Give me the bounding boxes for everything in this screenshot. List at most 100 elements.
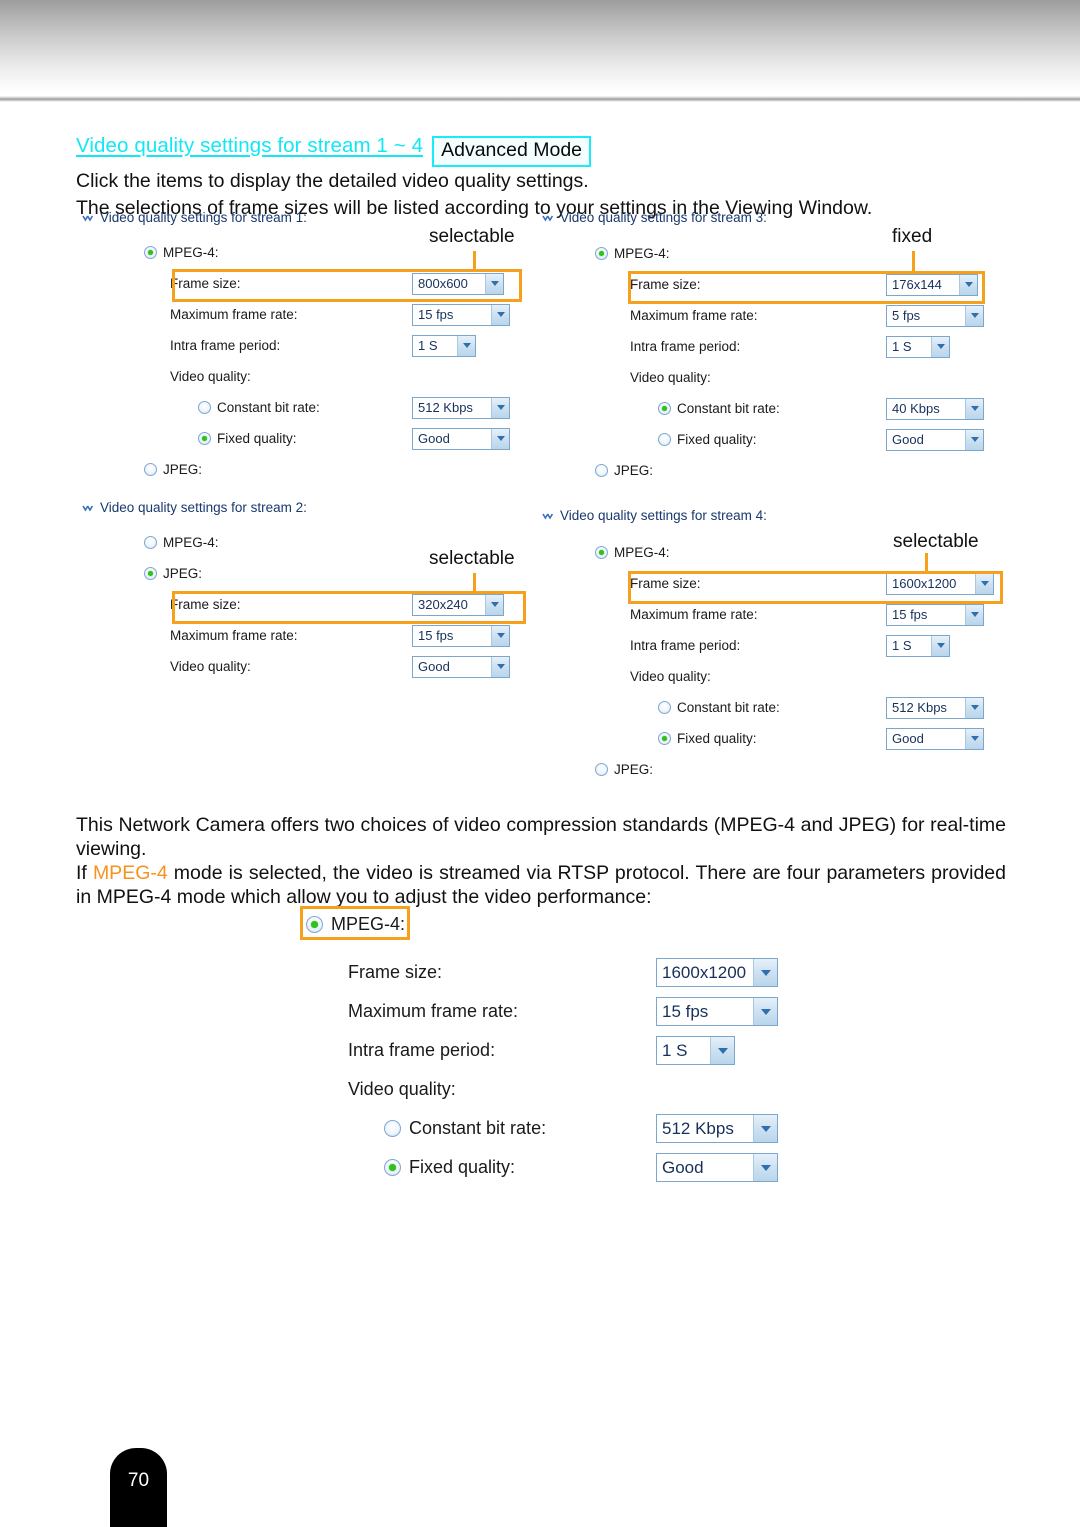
- stream1-mpeg4-radio[interactable]: [144, 246, 157, 259]
- stream3-cbr-radio-row[interactable]: Constant bit rate:: [658, 393, 886, 424]
- chevron-down-icon[interactable]: [931, 336, 949, 357]
- chevron-down-icon[interactable]: [965, 604, 983, 625]
- stream1-frame-rate-label: Maximum frame rate:: [170, 307, 298, 322]
- stream4-frame-rate-label: Maximum frame rate:: [630, 607, 758, 622]
- mpeg4-frame-rate-select[interactable]: 15 fps: [656, 997, 778, 1026]
- stream2-video-quality-label: Video quality:: [170, 659, 251, 674]
- chevron-down-icon[interactable]: [491, 428, 509, 449]
- stream2-frame-size-callout-box: [172, 591, 526, 624]
- stream4-fq-radio-row[interactable]: Fixed quality:: [658, 723, 886, 754]
- chevron-down-icon[interactable]: [491, 656, 509, 677]
- stream4-frame-rate-value: 15 fps: [892, 606, 928, 622]
- page-number-tab: 70: [110, 1448, 167, 1527]
- mpeg4-intra-value: 1 S: [662, 1041, 688, 1060]
- stream1-cbr-radio-row[interactable]: Constant bit rate:: [198, 392, 412, 423]
- advanced-mode-badge: Advanced Mode: [432, 136, 592, 167]
- stream2-mpeg4-radio[interactable]: [144, 536, 157, 549]
- stream3-fq-radio-row[interactable]: Fixed quality:: [658, 424, 886, 455]
- stream3-callout-stem: [912, 251, 915, 272]
- intro-line-1: Click the items to display the detailed …: [76, 170, 589, 192]
- stream3-jpeg-radio[interactable]: [595, 464, 608, 477]
- stream1-fq-select[interactable]: Good: [412, 427, 510, 450]
- mpeg4-cbr-radio[interactable]: [384, 1120, 401, 1137]
- chevron-down-icon[interactable]: [965, 305, 983, 326]
- chevron-down-icon[interactable]: [491, 397, 509, 418]
- stream3-frame-rate-select[interactable]: 5 fps: [886, 304, 984, 327]
- stream3-mpeg4-radio[interactable]: [595, 247, 608, 260]
- stream4-header[interactable]: Video quality settings for stream 4:: [542, 508, 1012, 523]
- stream1-jpeg-radio-row[interactable]: JPEG:: [144, 454, 532, 485]
- chevron-down-icon[interactable]: [965, 429, 983, 450]
- chevron-down-icon[interactable]: [491, 625, 509, 646]
- mpeg4-fq-radio[interactable]: [384, 1159, 401, 1176]
- stream4-cbr-radio[interactable]: [658, 701, 671, 714]
- stream3-intra-select[interactable]: 1 S: [886, 335, 950, 358]
- mpeg4-frame-size-select[interactable]: 1600x1200: [656, 958, 778, 987]
- stream4-fq-radio[interactable]: [658, 732, 671, 745]
- chevron-down-icon[interactable]: [965, 728, 983, 749]
- stream1-cbr-select[interactable]: 512 Kbps: [412, 396, 510, 419]
- stream1-intra-select[interactable]: 1 S: [412, 334, 476, 357]
- mpeg4-frame-rate-label: Maximum frame rate:: [348, 1001, 519, 1021]
- stream2-video-quality-value: Good: [418, 658, 450, 674]
- stream3-mpeg4-radio-row[interactable]: MPEG-4:: [595, 238, 1002, 269]
- stream3-frame-rate-value: 5 fps: [892, 307, 921, 323]
- stream3-intra-label: Intra frame period:: [630, 339, 741, 354]
- stream2-frame-rate-value: 15 fps: [418, 627, 454, 643]
- stream3-fq-value: Good: [892, 431, 924, 447]
- chevron-down-icon[interactable]: [491, 304, 509, 325]
- stream1-cbr-radio[interactable]: [198, 401, 211, 414]
- stream2-header[interactable]: Video quality settings for stream 2:: [82, 500, 532, 515]
- stream4-jpeg-radio-row[interactable]: JPEG:: [595, 754, 1012, 785]
- chevron-down-icon[interactable]: [965, 697, 983, 718]
- stream4-frame-size-callout-box: [628, 571, 1003, 604]
- mpeg4-fq-select[interactable]: Good: [656, 1153, 778, 1182]
- mpeg4-cbr-radio-row[interactable]: Constant bit rate:: [384, 1109, 656, 1148]
- mpeg4-cbr-select[interactable]: 512 Kbps: [656, 1114, 778, 1143]
- stream4-mpeg4-radio[interactable]: [595, 546, 608, 559]
- mpeg4-fq-value: Good: [662, 1158, 704, 1177]
- stream4-jpeg-radio[interactable]: [595, 763, 608, 776]
- stream4-cbr-select[interactable]: 512 Kbps: [886, 696, 984, 719]
- chevron-down-icon[interactable]: [753, 959, 777, 986]
- chevron-down-icon[interactable]: [965, 398, 983, 419]
- stream1-frame-size-callout-box: [172, 269, 522, 302]
- chevron-down-icon[interactable]: [753, 998, 777, 1025]
- chevron-down-icon[interactable]: [931, 635, 949, 656]
- stream3-cbr-radio[interactable]: [658, 402, 671, 415]
- stream1-fq-radio-row[interactable]: Fixed quality:: [198, 423, 412, 454]
- stream2-video-quality-select[interactable]: Good: [412, 655, 510, 678]
- stream3-jpeg-radio-row[interactable]: JPEG:: [595, 455, 1002, 486]
- mpeg4-cbr-row: Constant bit rate: 512 Kbps: [384, 1109, 778, 1148]
- chevron-down-icon[interactable]: [710, 1037, 734, 1064]
- stream3-header[interactable]: Video quality settings for stream 3:: [542, 210, 1002, 225]
- stream2-frame-rate-select[interactable]: 15 fps: [412, 624, 510, 647]
- stream3-fq-select[interactable]: Good: [886, 428, 984, 451]
- stream1-intra-label: Intra frame period:: [170, 338, 281, 353]
- stream1-panel: Video quality settings for stream 1: MPE…: [82, 210, 532, 485]
- stream1-header[interactable]: Video quality settings for stream 1:: [82, 210, 532, 225]
- stream4-fq-select[interactable]: Good: [886, 727, 984, 750]
- stream3-intra-row: Intra frame period: 1 S: [630, 331, 1002, 362]
- stream4-fq-row: Fixed quality: Good: [658, 723, 1012, 754]
- stream1-intra-value: 1 S: [418, 337, 438, 353]
- chevron-down-icon[interactable]: [457, 335, 475, 356]
- mpeg4-intra-label: Intra frame period:: [348, 1040, 496, 1060]
- chevron-down-icon[interactable]: [753, 1115, 777, 1142]
- stream3-cbr-select[interactable]: 40 Kbps: [886, 397, 984, 420]
- stream1-frame-rate-select[interactable]: 15 fps: [412, 303, 510, 326]
- chevron-down-icon[interactable]: [753, 1154, 777, 1181]
- stream1-cbr-row: Constant bit rate: 512 Kbps: [198, 392, 532, 423]
- stream1-fq-radio[interactable]: [198, 432, 211, 445]
- mpeg4-fq-row: Fixed quality: Good: [384, 1148, 778, 1187]
- stream2-jpeg-radio[interactable]: [144, 567, 157, 580]
- mpeg4-fq-radio-row[interactable]: Fixed quality:: [384, 1148, 656, 1187]
- mpeg4-intra-select[interactable]: 1 S: [656, 1036, 735, 1065]
- stream3-fq-radio[interactable]: [658, 433, 671, 446]
- section-link[interactable]: Video quality settings for stream 1 ~ 4: [76, 134, 423, 158]
- stream1-jpeg-radio[interactable]: [144, 463, 157, 476]
- stream4-cbr-radio-row[interactable]: Constant bit rate:: [658, 692, 886, 723]
- stream4-frame-rate-select[interactable]: 15 fps: [886, 603, 984, 626]
- stream1-header-label: Video quality settings for stream 1:: [100, 210, 307, 225]
- stream4-intra-select[interactable]: 1 S: [886, 634, 950, 657]
